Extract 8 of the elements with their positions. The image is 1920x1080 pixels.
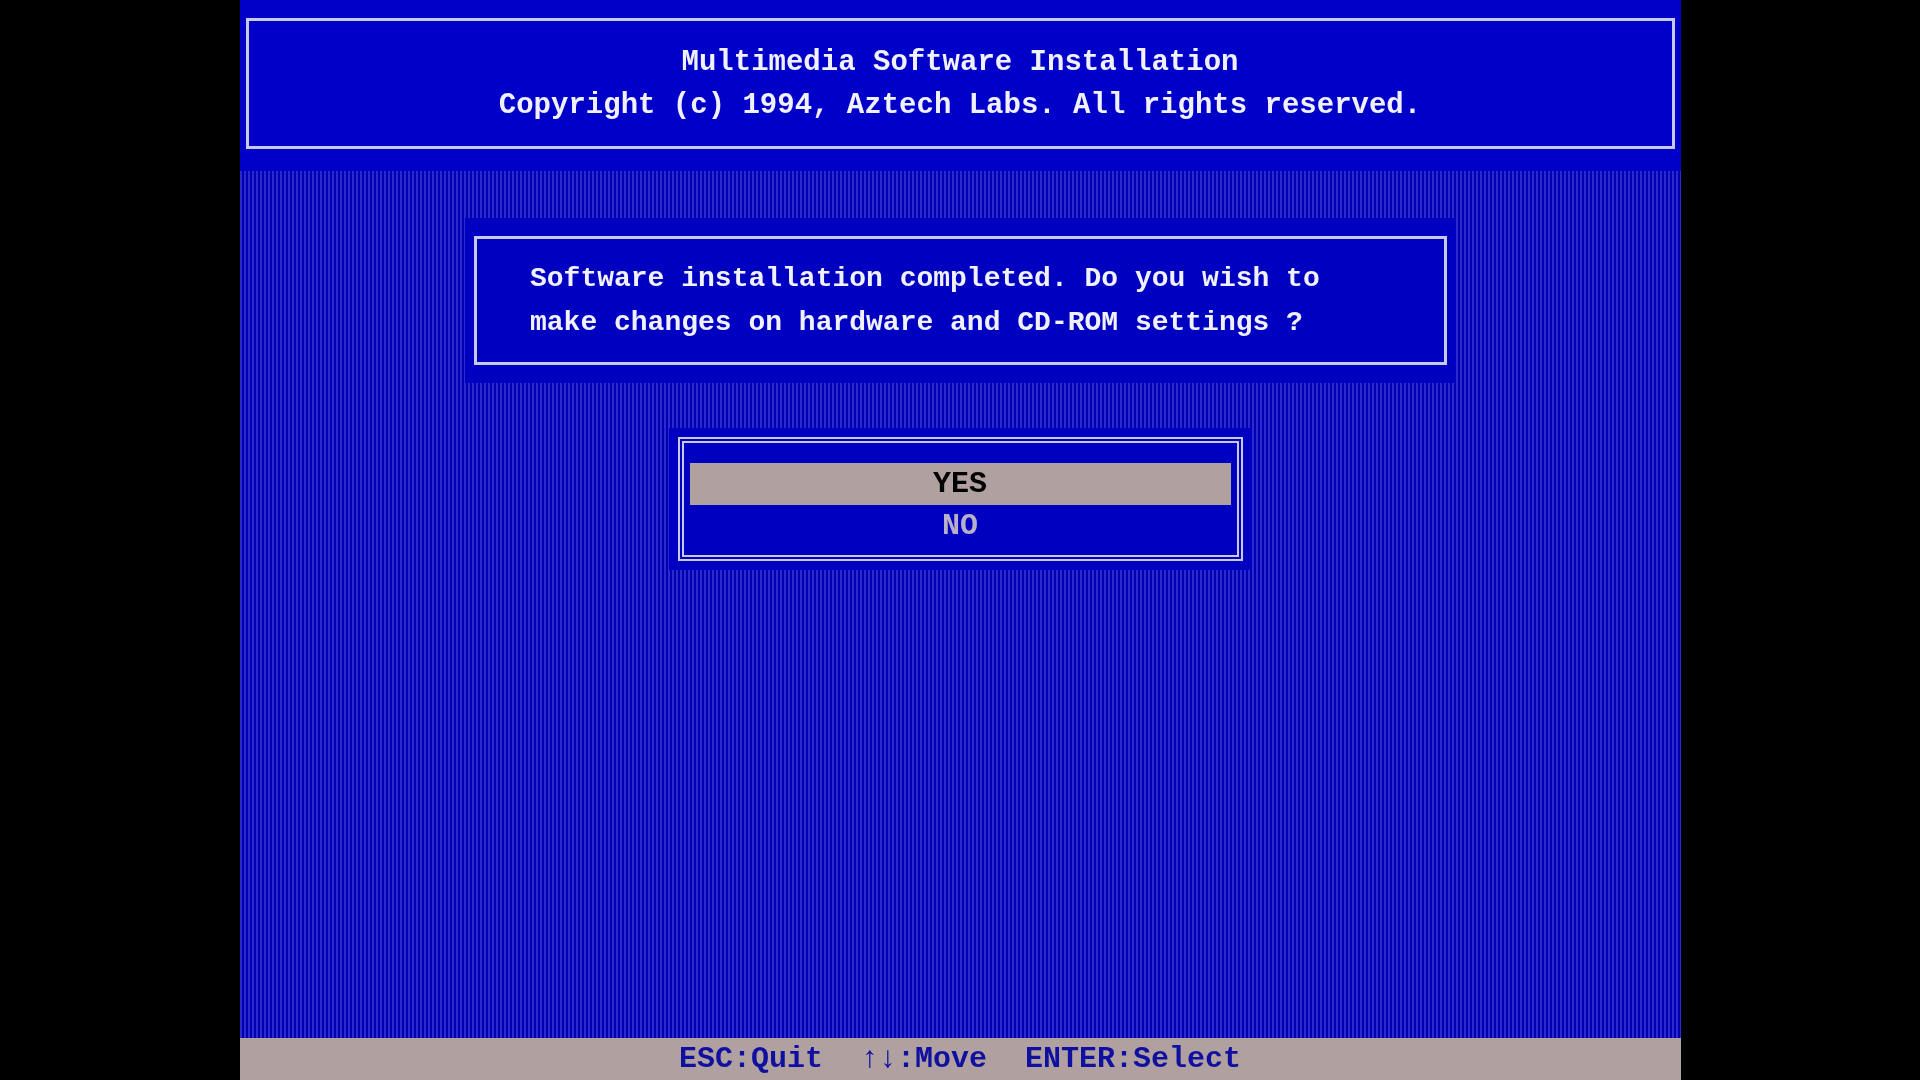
copyright-text: Copyright (c) 1994, Aztech Labs. All rights reserved. bbox=[498, 87, 1422, 124]
key-hint: ↑↓:Move bbox=[860, 1042, 987, 1076]
menu-option[interactable]: YES bbox=[689, 463, 1231, 505]
menu-option[interactable]: NO bbox=[689, 505, 1231, 547]
header-title: Multimedia Software Installation bbox=[681, 44, 1239, 81]
message-text: Software installation completed. Do you wish to make changes on hardware and CD-ROM settings ? bbox=[530, 261, 1321, 340]
key-hint: ESC:Quit bbox=[678, 1042, 823, 1076]
key-hint: ENTER:Select bbox=[1025, 1042, 1242, 1076]
